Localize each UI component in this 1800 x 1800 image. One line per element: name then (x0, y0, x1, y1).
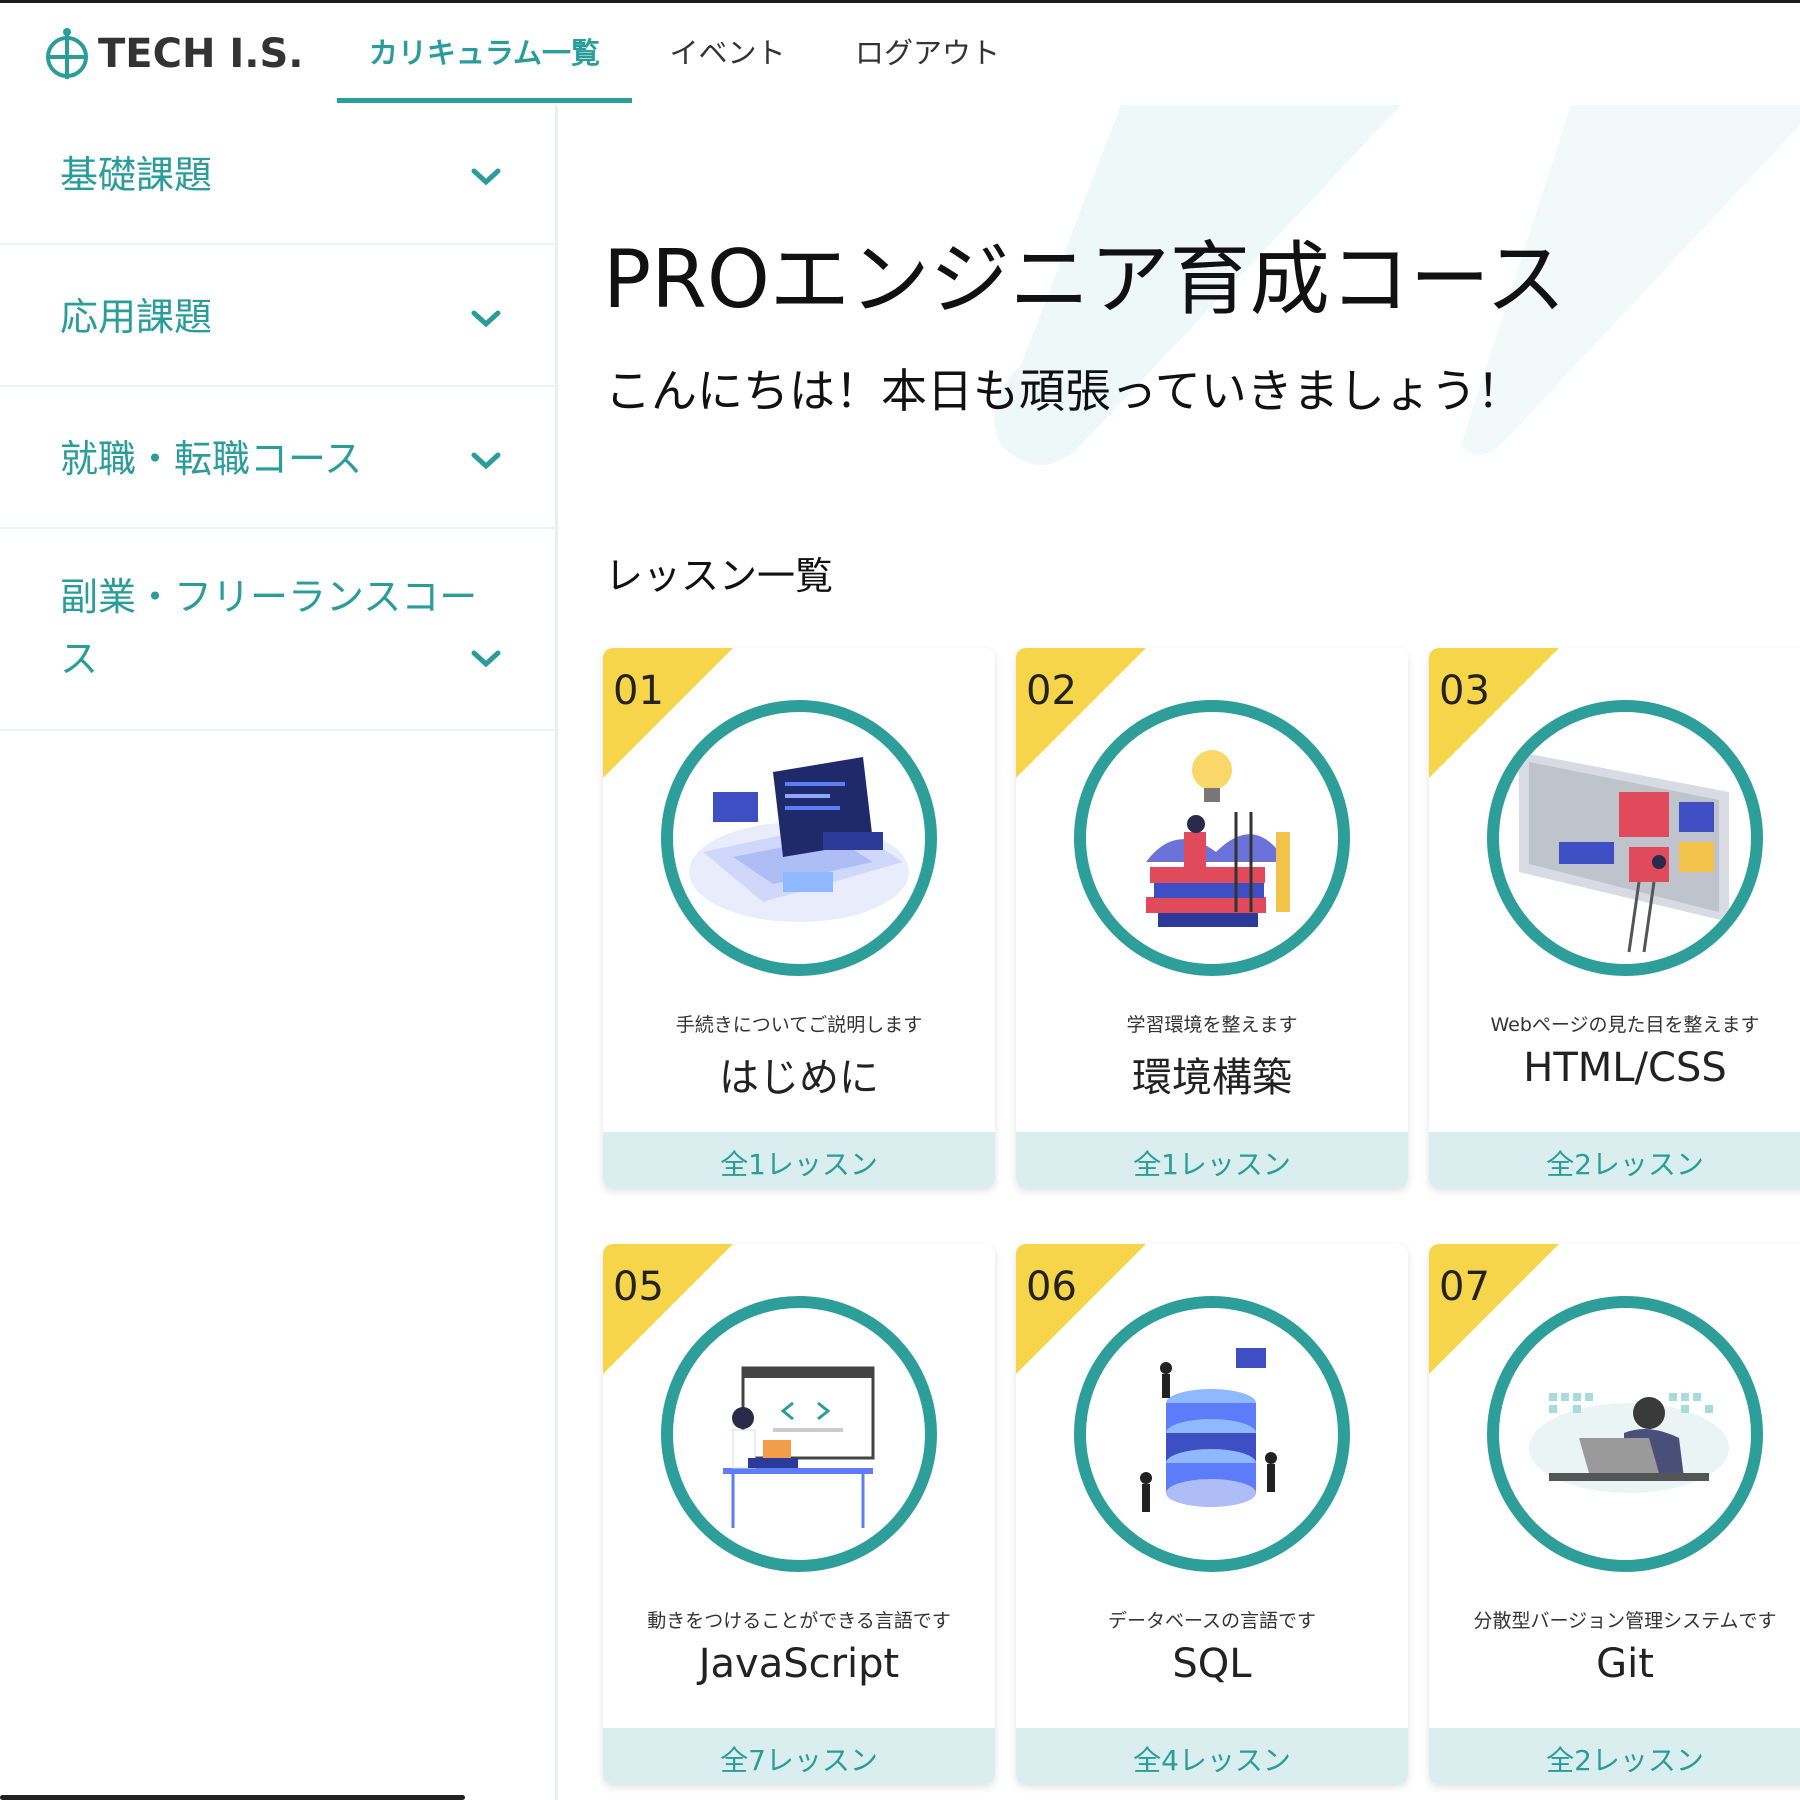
lesson-card-sql[interactable]: 06 データベースの言語です SQL 全4レッスン (1016, 1244, 1408, 1784)
chevron-down-icon (471, 310, 501, 328)
code-browser-illustration (661, 1296, 937, 1572)
lesson-count: 全2レッスン (1429, 1728, 1800, 1784)
sidebar-item-job-change[interactable]: 就職・転職コース (0, 387, 555, 529)
chevron-down-icon (471, 452, 501, 470)
logo[interactable]: TECH I.S. (44, 25, 303, 83)
lesson-count: 全1レッスン (603, 1132, 995, 1188)
lesson-count: 全4レッスン (1016, 1728, 1408, 1784)
laptop-code-illustration (661, 700, 937, 976)
sidebar-item-applied[interactable]: 応用課題 (0, 245, 555, 387)
top-navigation: TECH I.S. カリキュラム一覧 イベント ログアウト (0, 3, 1800, 105)
horizontal-scrollbar[interactable] (0, 1795, 465, 1800)
lesson-count: 全1レッスン (1016, 1132, 1408, 1188)
database-stack-illustration (1074, 1296, 1350, 1572)
laptop-user-illustration (1487, 1296, 1763, 1572)
lesson-card-javascript[interactable]: 05 動きをつけることができる言語です JavaScript 全7レッスン (603, 1244, 995, 1784)
course-title: PROエンジニア育成コース (603, 233, 1566, 326)
chevron-down-icon (471, 168, 501, 186)
sidebar-item-label: 基礎課題 (60, 153, 213, 197)
lesson-description: Webページの見た目を整えます (1490, 1014, 1760, 1036)
nav-curriculum-list[interactable]: カリキュラム一覧 (337, 3, 632, 103)
lesson-count: 全2レッスン (1429, 1132, 1800, 1188)
globe-icon (46, 28, 88, 79)
lesson-name: SQL (1172, 1641, 1252, 1687)
lesson-number: 02 (1026, 668, 1077, 714)
chevron-down-icon (471, 650, 501, 668)
lesson-number: 06 (1026, 1264, 1077, 1310)
lesson-description: 分散型バージョン管理システムです (1473, 1610, 1777, 1632)
nav-logout[interactable]: ログアウト (845, 3, 1010, 103)
lesson-name: Git (1596, 1641, 1654, 1687)
lesson-description: 手続きについてご説明します (675, 1014, 923, 1036)
lesson-name: はじめに (719, 1055, 879, 1101)
lesson-card-html-css[interactable]: 03 Webページの見た目を整えます HTML/CSS 全2レッスン (1429, 648, 1800, 1188)
logo-text: TECH I.S. (98, 31, 304, 77)
sidebar-item-basic[interactable]: 基礎課題 (0, 105, 555, 245)
lesson-description: 学習環境を整えます (1126, 1014, 1298, 1036)
sidebar-item-label: 応用課題 (60, 295, 213, 339)
nav-events[interactable]: イベント (655, 3, 800, 103)
sidebar: 基礎課題 応用課題 就職・転職コース 副業・フリーランスコー ス (0, 105, 558, 1800)
lesson-description: 動きをつけることができる言語です (647, 1610, 951, 1632)
lesson-count: 全7レッスン (603, 1728, 995, 1784)
sidebar-item-label-line1: 副業・フリーランスコー (60, 575, 478, 619)
sidebar-item-label: 就職・転職コース (60, 437, 363, 481)
lesson-card-intro[interactable]: 01 手続きについてご説明します はじめに 全1レッスン (603, 648, 995, 1188)
lesson-number: 03 (1439, 668, 1490, 714)
web-layout-illustration (1487, 700, 1763, 976)
lesson-name: 環境構築 (1132, 1055, 1292, 1101)
lesson-card-git[interactable]: 07 分散型バージョン管理システムです Git 全2レッスン (1429, 1244, 1800, 1784)
lesson-number: 01 (613, 668, 664, 714)
lesson-name: JavaScript (698, 1641, 900, 1687)
lesson-card-environment[interactable]: 02 学習環境を整えます 環境構築 全1レッスン (1016, 648, 1408, 1188)
lesson-name: HTML/CSS (1523, 1045, 1727, 1091)
lightbulb-books-illustration (1074, 700, 1350, 976)
lesson-number: 07 (1439, 1264, 1490, 1310)
sidebar-item-freelance[interactable]: 副業・フリーランスコー ス (0, 529, 555, 731)
main-content: PROエンジニア育成コース こんにちは！本日も頑張っていきましょう！ レッスン一… (561, 105, 1800, 1800)
lesson-description: データベースの言語です (1107, 1610, 1317, 1632)
sidebar-item-label-line2: ス (60, 637, 99, 681)
lesson-list-heading: レッスン一覧 (605, 554, 834, 598)
greeting-message: こんにちは！本日も頑張っていきましょう！ (605, 364, 1523, 418)
lesson-number: 05 (613, 1264, 664, 1310)
